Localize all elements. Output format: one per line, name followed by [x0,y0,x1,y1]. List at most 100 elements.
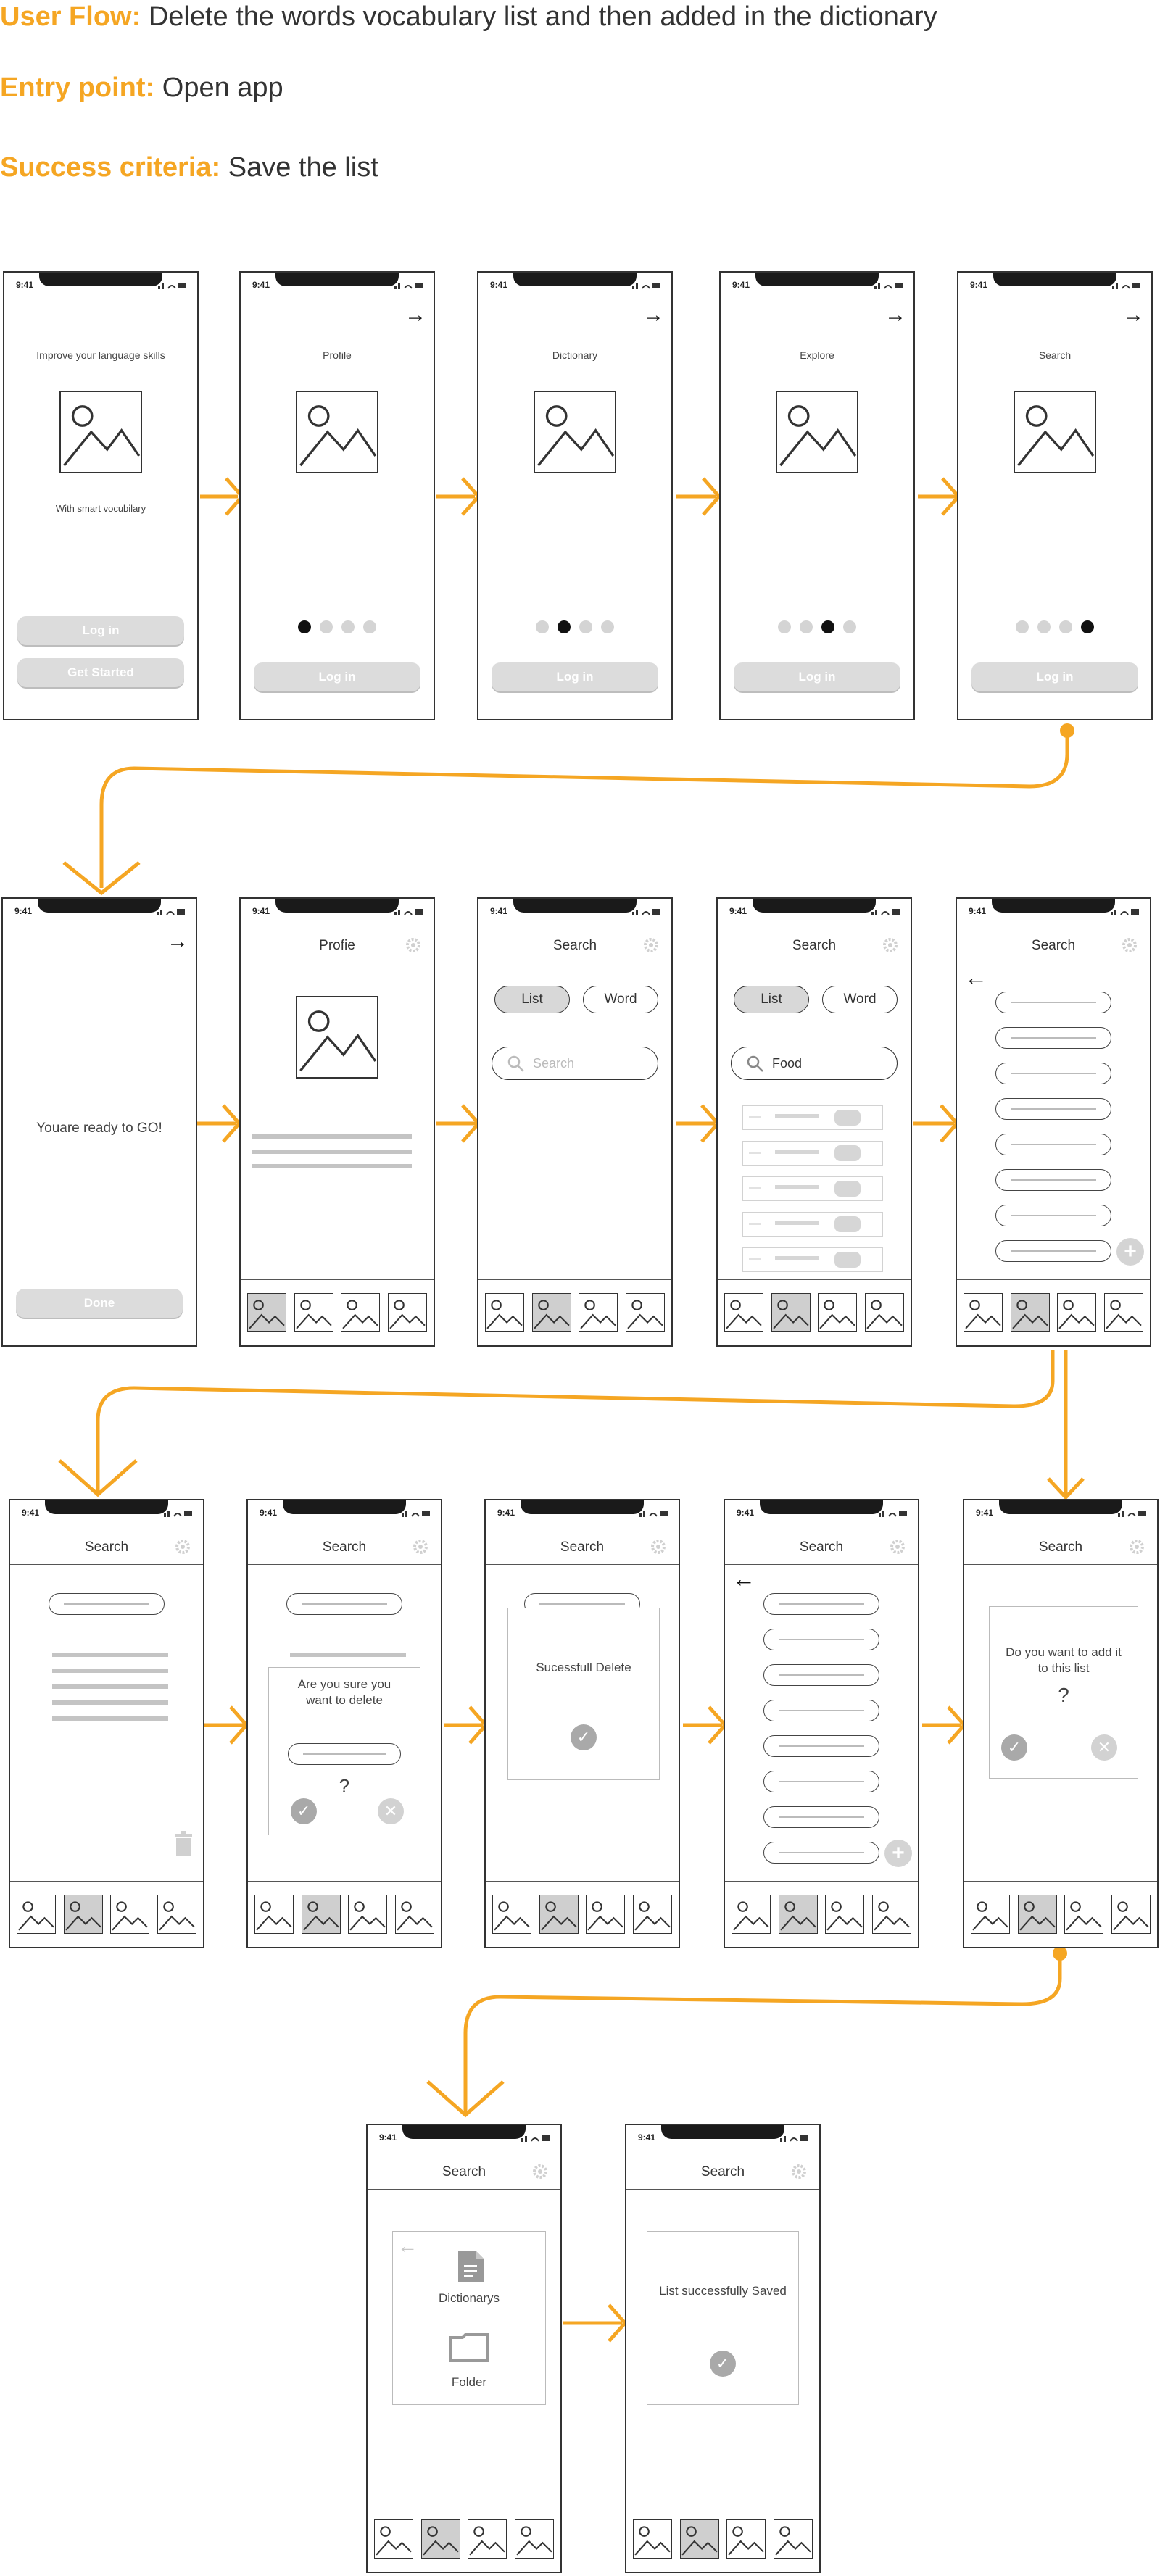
result-row[interactable] [742,1176,883,1201]
settings-gear-icon[interactable] [174,1538,191,1555]
tab-lists-icon[interactable] [348,1895,388,1934]
tab-home-icon[interactable] [374,2519,414,2559]
tab-lists-icon[interactable] [825,1895,865,1934]
tab-lists-icon[interactable] [110,1895,150,1934]
tab-home-icon[interactable] [492,1895,532,1934]
login-button[interactable]: Log in [17,616,184,645]
tab-profile-icon[interactable] [1103,1293,1143,1332]
tab-home-icon[interactable] [964,1293,1003,1332]
result-row[interactable] [742,1141,883,1166]
next-arrow-icon[interactable]: → [884,304,906,326]
tab-search-icon[interactable] [531,1293,571,1332]
tab-home-icon[interactable] [254,1895,294,1934]
settings-gear-icon[interactable] [531,2163,549,2180]
tab-home-icon[interactable] [247,1293,287,1332]
trash-icon[interactable] [174,1831,193,1856]
tab-home-icon[interactable] [724,1293,764,1332]
confirm-check-icon[interactable]: ✓ [291,1798,317,1824]
document-icon[interactable] [455,2251,484,2282]
tab-profile-icon[interactable] [394,1895,434,1934]
list-item[interactable] [995,1169,1111,1191]
folder-option[interactable]: Folder [393,2375,545,2390]
tab-search-icon[interactable] [679,2519,719,2559]
tab-home-icon[interactable] [732,1895,771,1934]
login-button[interactable]: Log in [734,662,900,691]
tab-search-icon[interactable] [539,1895,579,1934]
tab-lists-icon[interactable] [579,1293,618,1332]
list-item[interactable] [763,1664,879,1686]
list-item[interactable] [763,1842,879,1864]
back-arrow-icon[interactable]: ← [964,965,987,989]
tab-lists-icon[interactable] [818,1293,858,1332]
back-arrow-icon[interactable]: ← [397,2235,418,2258]
tab-search-icon[interactable] [1010,1293,1050,1332]
tab-lists-icon[interactable] [726,2519,766,2559]
settings-gear-icon[interactable] [790,2163,808,2180]
settings-gear-icon[interactable] [650,1538,667,1555]
settings-gear-icon[interactable] [412,1538,429,1555]
tab-home-icon[interactable] [633,2519,673,2559]
segment-word[interactable]: Word [583,986,658,1013]
list-item[interactable] [995,1063,1111,1084]
cancel-x-icon[interactable]: ✕ [1091,1734,1117,1761]
settings-gear-icon[interactable] [642,936,660,954]
tab-profile-icon[interactable] [157,1895,196,1934]
add-plus-icon[interactable]: + [884,1840,912,1867]
search-input[interactable]: Food [731,1047,898,1080]
login-button[interactable]: Log in [972,662,1138,691]
tab-search-icon[interactable] [1017,1895,1057,1934]
list-item[interactable] [763,1806,879,1828]
list-item[interactable] [995,992,1111,1013]
next-arrow-icon[interactable]: → [1122,304,1144,326]
list-item[interactable] [995,1027,1111,1049]
tab-search-icon[interactable] [420,2519,460,2559]
cancel-x-icon[interactable]: ✕ [378,1798,404,1824]
tab-profile-icon[interactable] [514,2519,554,2559]
tab-home-icon[interactable] [971,1895,1011,1934]
segment-list[interactable]: List [734,986,809,1013]
add-plus-icon[interactable]: + [1116,1238,1144,1266]
tab-lists-icon[interactable] [341,1293,381,1332]
tab-profile-icon[interactable] [773,2519,813,2559]
login-button[interactable]: Log in [254,662,420,691]
result-row[interactable] [742,1105,883,1130]
dictionary-option[interactable]: Dictionarys [393,2291,545,2306]
list-item[interactable] [995,1205,1111,1226]
segment-word[interactable]: Word [822,986,898,1013]
list-item[interactable] [763,1771,879,1792]
next-arrow-icon[interactable]: → [642,304,664,326]
list-title-pill[interactable] [286,1593,402,1615]
result-row[interactable] [742,1247,883,1272]
settings-gear-icon[interactable] [1121,936,1138,954]
list-item[interactable] [763,1593,879,1615]
next-arrow-icon[interactable]: → [405,304,426,326]
tab-profile-icon[interactable] [864,1293,904,1332]
search-input[interactable]: Search [492,1047,658,1080]
tab-lists-icon[interactable] [1064,1895,1104,1934]
tab-lists-icon[interactable] [1057,1293,1097,1332]
tab-home-icon[interactable] [17,1895,57,1934]
settings-gear-icon[interactable] [882,936,899,954]
list-item[interactable] [995,1240,1111,1262]
tab-lists-icon[interactable] [586,1895,626,1934]
tab-lists-icon[interactable] [468,2519,508,2559]
get-started-button[interactable]: Get Started [17,658,184,687]
folder-icon[interactable] [450,2333,489,2362]
tab-search-icon[interactable] [294,1293,334,1332]
tab-search-icon[interactable] [771,1293,811,1332]
done-button[interactable]: Done [16,1289,183,1318]
back-arrow-icon[interactable]: ← [732,1567,755,1590]
tab-search-icon[interactable] [301,1895,341,1934]
list-item[interactable] [763,1629,879,1650]
confirm-check-icon[interactable]: ✓ [1001,1734,1027,1761]
settings-gear-icon[interactable] [889,1538,906,1555]
tab-profile-icon[interactable] [625,1293,665,1332]
next-arrow-icon[interactable]: → [167,931,188,952]
segment-list[interactable]: List [494,986,570,1013]
tab-search-icon[interactable] [778,1895,818,1934]
tab-profile-icon[interactable] [387,1293,427,1332]
settings-gear-icon[interactable] [405,936,422,954]
login-button[interactable]: Log in [492,662,658,691]
tab-profile-icon[interactable] [871,1895,911,1934]
tab-profile-icon[interactable] [1111,1895,1151,1934]
